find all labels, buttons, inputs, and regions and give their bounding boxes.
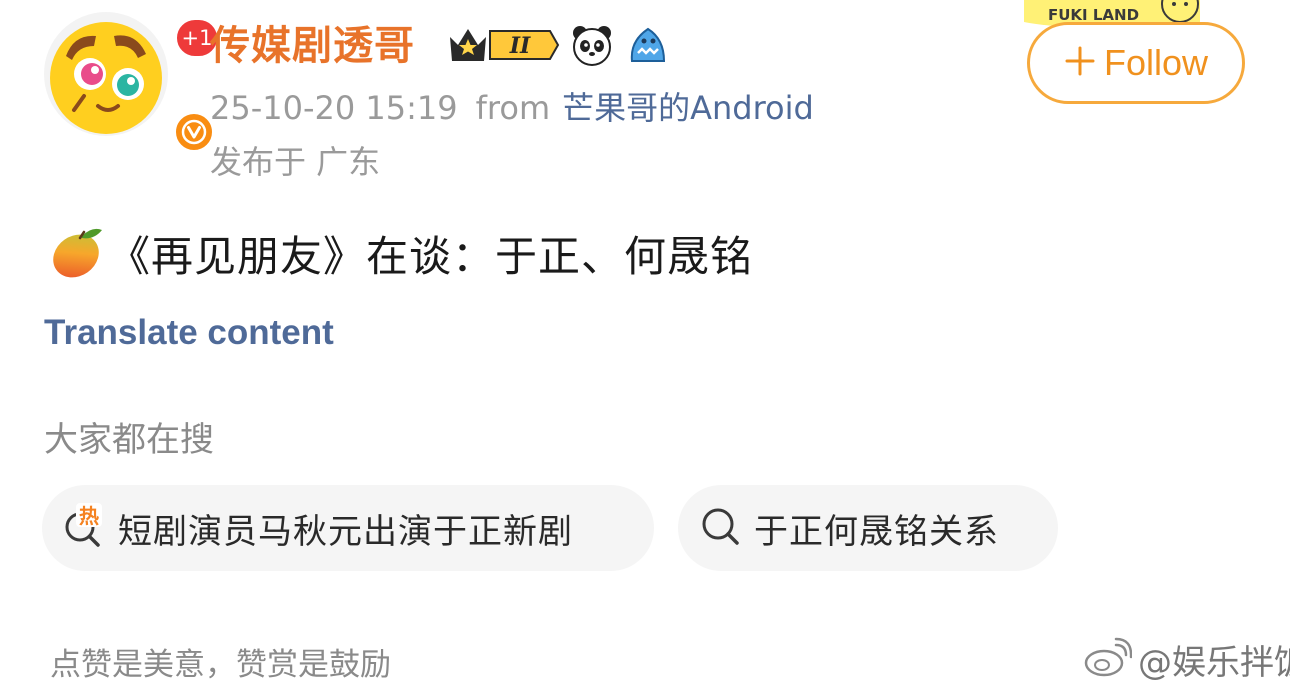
weibo-watermark: @娱乐拌饭 — [1082, 634, 1290, 684]
trending-search-label: 短剧演员马秋元出演于正新剧 — [118, 511, 573, 552]
post-content: 《再见朋友》在谈：于正、何晟铭 — [48, 222, 753, 284]
from-label: from — [475, 89, 551, 127]
watermark-text: @娱乐拌饭 — [1138, 642, 1290, 683]
post-location: 发布于 广东 — [210, 143, 381, 181]
weibo-post: +1 传媒剧透哥 II 25-10-20 15:19 from 芒果哥的Andr… — [0, 0, 1290, 690]
follow-button[interactable]: Follow — [1027, 22, 1245, 104]
author-name[interactable]: 传媒剧透哥 — [210, 18, 415, 74]
post-body-text: 《再见朋友》在谈：于正、何晟铭 — [108, 231, 754, 281]
author-badges: II — [446, 22, 670, 72]
post-meta: 25-10-20 15:19 from 芒果哥的Android — [210, 86, 814, 130]
avatar-cartoon-icon — [50, 22, 162, 134]
vip-crown-level-icon[interactable]: II — [446, 23, 560, 71]
reward-prompt-text: 点赞是美意，赞赏是鼓励 — [50, 647, 391, 683]
hot-marker-text: 热 — [79, 504, 99, 528]
source-app-link[interactable]: 芒果哥的Android — [562, 89, 814, 127]
mango-icon — [48, 222, 104, 284]
avatar[interactable] — [44, 12, 168, 136]
shark-icon[interactable] — [624, 23, 670, 71]
follow-label: Follow — [1103, 42, 1209, 83]
weibo-logo-icon — [1082, 637, 1133, 681]
panda-icon[interactable] — [570, 23, 614, 71]
search-icon — [698, 503, 744, 553]
trending-search-chip[interactable]: 于正何晟铭关系 — [678, 485, 1058, 571]
translate-content-link[interactable]: Translate content — [44, 310, 334, 356]
trending-search-chip[interactable]: 热 短剧演员马秋元出演于正新剧 — [42, 485, 654, 571]
hot-search-icon: 热 — [62, 503, 108, 553]
level-badge-text: II — [509, 33, 531, 59]
post-timestamp: 25-10-20 15:19 — [210, 89, 458, 127]
avatar-container[interactable]: +1 — [44, 12, 220, 154]
trending-search-heading: 大家都在搜 — [44, 420, 214, 460]
trending-search-label: 于正何晟铭关系 — [754, 511, 999, 552]
plus-icon — [1064, 45, 1096, 81]
